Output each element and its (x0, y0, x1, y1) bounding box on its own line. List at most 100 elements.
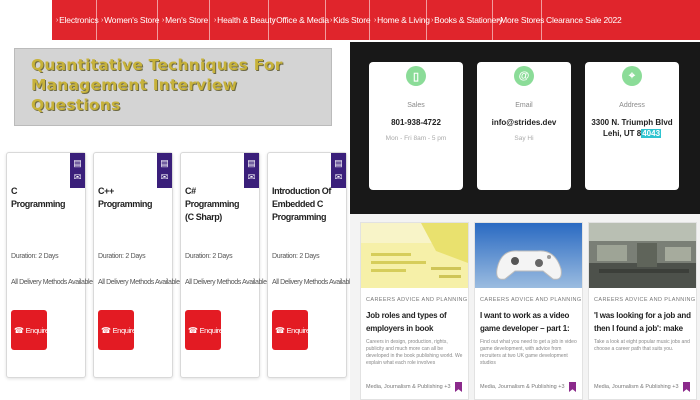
nav-books-stationery[interactable]: › Books & Stationery (426, 0, 503, 40)
blog-tags[interactable]: Media, Journalism & Publishing +3 (594, 384, 679, 390)
course-list: ▤ ✉ C Programming Duration: 2 Days All De… (0, 130, 367, 400)
course-duration: Duration: 2 Days (272, 253, 320, 260)
contact-hours: Mon - Fri 8am - 5 pm (385, 135, 447, 142)
contact-phone[interactable]: 801-938-4722 (369, 117, 463, 128)
course-card[interactable]: ▤ ✉ C# Programming (C Sharp) Duration: 2 … (180, 152, 280, 378)
course-ribbon[interactable]: ▤ ✉ (244, 153, 259, 188)
contact-card-address: ⌖ Address 3300 N. Triumph Blvd Lehi, UT … (585, 62, 679, 190)
course-ribbon[interactable]: ▤ ✉ (157, 153, 172, 188)
nav-label: Electronics (59, 15, 99, 25)
document-icon: ▤ (334, 158, 343, 168)
enquire-label: Enquire Now (25, 325, 65, 335)
course-title[interactable]: Introduction Of Embedded C Programming (272, 185, 332, 224)
blog-title[interactable]: Job roles and types of employers in book… (366, 309, 468, 335)
nav-health-beauty[interactable]: › Health & Beauty (209, 0, 276, 40)
nav-label: Office & Media (276, 15, 329, 25)
caret-icon: › (431, 16, 434, 24)
contact-note: Say Hi (514, 135, 534, 142)
course-delivery: All Delivery Methods Available: Yes (185, 279, 280, 286)
caret-icon: › (273, 16, 276, 24)
contact-label: Email (515, 102, 533, 109)
banner-section: Quantitative Techniques For Management I… (0, 42, 350, 130)
nav-clearance-sale[interactable]: Clearance Sale 2022 (541, 0, 700, 40)
top-header: › Electronics › Women's Store › Men's Store… (0, 0, 700, 42)
course-delivery: All Delivery Methods Available: Yes (11, 279, 106, 286)
course-delivery: All Delivery Methods Available: Yes (98, 279, 193, 286)
contact-panel: ▯ Sales 801-938-4722 Mon - Fri 8am - 5 p… (350, 42, 700, 214)
course-card[interactable]: ▤ ✉ Introduction Of Embedded C Programmin… (267, 152, 367, 378)
course-duration: Duration: 2 Days (98, 253, 146, 260)
nav-label: Clearance Sale 2022 (546, 15, 622, 25)
enquire-label: Enquire Now (112, 325, 152, 335)
nav-more-stores[interactable]: › More Stores (492, 0, 544, 40)
course-ribbon[interactable]: ▤ ✉ (70, 153, 85, 188)
course-title[interactable]: C++ Programming (98, 185, 158, 211)
banner-title: Quantitative Techniques For Management I… (31, 56, 283, 114)
course-ribbon[interactable]: ▤ ✉ (331, 153, 346, 188)
nav-label: Kids Store (333, 15, 371, 25)
bookmark-icon[interactable] (569, 382, 576, 392)
blog-excerpt: Careers in design, production, rights, p… (366, 339, 463, 366)
blog-card[interactable]: CAREERS ADVICE AND PLANNING 'I was looki… (588, 222, 697, 400)
course-title[interactable]: C# Programming (C Sharp) (185, 185, 245, 224)
nav-home-living[interactable]: › Home & Living (369, 0, 430, 40)
at-icon: @ (514, 66, 534, 86)
enquire-now-button[interactable]: ☎ Enquire Now (272, 310, 326, 350)
nav-electronics[interactable]: › Electronics (52, 0, 99, 40)
document-icon: ▤ (247, 158, 256, 168)
course-title[interactable]: C Programming (11, 185, 71, 211)
caret-icon: › (214, 16, 217, 24)
nav-label: Women's Store (104, 15, 160, 25)
enquire-now-button[interactable]: ☎ Enquire Now (11, 310, 65, 350)
chat-icon: ✉ (73, 172, 82, 182)
blog-category[interactable]: CAREERS ADVICE AND PLANNING (594, 297, 696, 303)
contact-email[interactable]: info@strides.dev (477, 117, 571, 128)
contact-card-sales: ▯ Sales 801-938-4722 Mon - Fri 8am - 5 p… (369, 62, 463, 190)
nav-womens-store[interactable]: › Women's Store (96, 0, 160, 40)
chat-icon: ✉ (247, 172, 256, 182)
contact-label: Sales (407, 102, 425, 109)
blog-image-game-controller[interactable] (475, 223, 582, 288)
blog-image-music-studio[interactable] (589, 223, 696, 288)
course-card[interactable]: ▤ ✉ C Programming Duration: 2 Days All De… (6, 152, 106, 378)
banner-image: Quantitative Techniques For Management I… (14, 48, 332, 126)
nav-kids-store[interactable]: › Kids Store (325, 0, 371, 40)
enquire-now-button[interactable]: ☎ Enquire Now (185, 310, 239, 350)
course-duration: Duration: 2 Days (185, 253, 233, 260)
selected-text-highlight: 4043 (641, 129, 662, 138)
address-line-1: 3300 N. Triumph Blvd (591, 118, 673, 127)
caret-icon: › (497, 16, 500, 24)
phone-icon: ☎ (188, 325, 198, 335)
nav-office-media[interactable]: › Office & Media (268, 0, 329, 40)
enquire-label: Enquire Now (199, 325, 239, 335)
blog-tags[interactable]: Media, Journalism & Publishing +3 (366, 384, 451, 390)
course-card[interactable]: ▤ ✉ C++ Programming Duration: 2 Days All … (93, 152, 193, 378)
caret-icon: › (162, 16, 165, 24)
blog-card[interactable]: CAREERS ADVICE AND PLANNING Job roles an… (360, 222, 469, 400)
blog-excerpt: Find out what you need to get a job in v… (480, 339, 577, 366)
contact-label: Address (619, 102, 645, 109)
blog-category[interactable]: CAREERS ADVICE AND PLANNING (480, 297, 582, 303)
blog-title[interactable]: I want to work as a video game developer… (480, 309, 582, 335)
enquire-now-button[interactable]: ☎ Enquire Now (98, 310, 152, 350)
contact-address[interactable]: 3300 N. Triumph Blvd Lehi, UT 84043 (585, 117, 679, 139)
enquire-label: Enquire Now (286, 325, 326, 335)
caret-icon: › (101, 16, 104, 24)
blog-tags[interactable]: Media, Journalism & Publishing +3 (480, 384, 565, 390)
nav-mens-store[interactable]: › Men's Store (157, 0, 209, 40)
address-line-2: Lehi, UT 8 (602, 129, 642, 138)
blog-title[interactable]: 'I was looking for a job and then I foun… (594, 309, 696, 335)
caret-icon: › (56, 16, 59, 24)
nav-label: Health & Beauty (217, 15, 276, 25)
chat-icon: ✉ (160, 172, 169, 182)
bookmark-icon[interactable] (455, 382, 462, 392)
phone-icon: ☎ (14, 325, 24, 335)
document-icon: ▤ (160, 158, 169, 168)
bookmark-icon[interactable] (683, 382, 690, 392)
blog-image-book-publishing[interactable] (361, 223, 468, 288)
blog-card[interactable]: CAREERS ADVICE AND PLANNING I want to wo… (474, 222, 583, 400)
page-root: › Electronics › Women's Store › Men's Store… (0, 0, 700, 400)
phone-icon: ▯ (406, 66, 426, 86)
blog-category[interactable]: CAREERS ADVICE AND PLANNING (366, 297, 468, 303)
location-icon: ⌖ (622, 66, 642, 86)
